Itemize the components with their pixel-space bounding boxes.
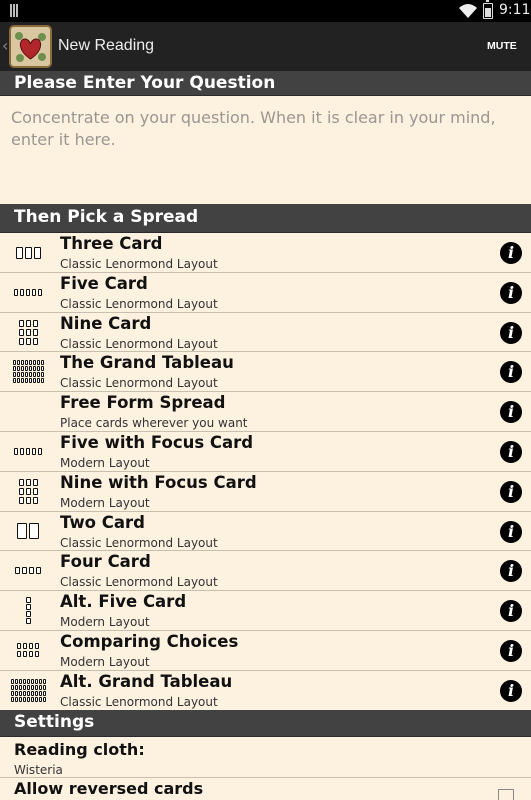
spread-item[interactable]: Alt. Five Card Modern Layout i <box>0 591 531 631</box>
spread-thumbnail-icon <box>10 591 46 630</box>
info-icon[interactable]: i <box>500 242 522 264</box>
settings-section-header: Settings <box>0 710 531 737</box>
wifi-icon <box>459 4 477 18</box>
spread-thumbnail-icon <box>10 631 46 670</box>
spread-subtitle: Classic Lenormond Layout <box>60 296 218 311</box>
spread-item[interactable]: Nine with Focus Card Modern Layout i <box>0 472 531 512</box>
spread-item[interactable]: Free Form Spread Place cards wherever you… <box>0 392 531 432</box>
spread-thumbnail-icon <box>10 352 46 391</box>
spread-subtitle: Classic Lenormond Layout <box>60 535 218 550</box>
spread-subtitle: Modern Layout <box>60 615 150 630</box>
spread-subtitle: Classic Lenormond Layout <box>60 694 218 709</box>
info-icon[interactable]: i <box>500 361 522 384</box>
spread-subtitle: Classic Lenormond Layout <box>60 336 218 351</box>
app-heart-icon[interactable] <box>9 25 52 68</box>
spread-name: Alt. Grand Tableau <box>60 671 233 691</box>
info-icon[interactable]: i <box>500 560 522 583</box>
info-icon[interactable]: i <box>500 600 522 623</box>
mute-button[interactable]: MUTE <box>487 40 517 52</box>
screen-title: New Reading <box>58 37 155 54</box>
spread-subtitle: Modern Layout <box>60 455 150 470</box>
allow-reversed-label: Allow reversed cards <box>14 779 204 798</box>
question-section-header: Please Enter Your Question <box>0 71 531 96</box>
spread-name: The Grand Tableau <box>60 353 234 373</box>
action-bar: ‹ New Reading MUTE <box>0 22 531 71</box>
spread-thumbnail-icon <box>10 551 46 590</box>
spread-list: Three Card Classic Lenormond Layout i Five … <box>0 233 531 711</box>
allow-reversed-setting[interactable]: Allow reversed cards <box>0 778 531 800</box>
back-chevron-icon[interactable]: ‹ <box>2 36 8 55</box>
clock: 9:11 <box>499 2 531 18</box>
spread-item[interactable]: Three Card Classic Lenormond Layout i <box>0 233 531 273</box>
spread-name: Five Card <box>60 273 148 293</box>
spread-name: Nine Card <box>60 313 152 333</box>
spread-thumbnail-icon <box>10 512 46 551</box>
spread-name: Five with Focus Card <box>60 432 254 452</box>
spread-name: Four Card <box>60 552 151 572</box>
reading-cloth-value: Wisteria <box>14 763 63 777</box>
spread-section-header: Then Pick a Spread <box>0 204 531 233</box>
spread-thumbnail-icon <box>10 233 46 272</box>
battery-icon <box>483 0 493 19</box>
spread-thumbnail-icon <box>10 392 46 431</box>
spread-item[interactable]: The Grand Tableau Classic Lenormond Layou… <box>0 352 531 393</box>
spread-thumbnail-icon <box>10 671 46 710</box>
spread-subtitle: Classic Lenormond Layout <box>60 376 218 391</box>
spread-name: Free Form Spread <box>60 393 226 413</box>
info-icon[interactable]: i <box>500 639 522 662</box>
spread-item[interactable]: Five with Focus Card Modern Layout i <box>0 432 531 472</box>
spread-thumbnail-icon <box>10 472 46 511</box>
spread-name: Comparing Choices <box>60 631 239 651</box>
spread-name: Three Card <box>60 234 163 253</box>
spread-name: Alt. Five Card <box>60 592 187 612</box>
spread-thumbnail-icon <box>10 432 46 471</box>
info-icon[interactable]: i <box>500 480 522 503</box>
spread-name: Two Card <box>60 512 145 532</box>
info-icon[interactable]: i <box>500 440 522 463</box>
spread-thumbnail-icon <box>10 273 46 312</box>
spread-item[interactable]: Five Card Classic Lenormond Layout i <box>0 273 531 313</box>
reading-cloth-label: Reading cloth: <box>14 740 145 759</box>
spread-item[interactable]: Four Card Classic Lenormond Layout i <box>0 551 531 592</box>
spread-item[interactable]: Alt. Grand Tableau Classic Lenormond Layo… <box>0 671 531 711</box>
spread-subtitle: Place cards wherever you want <box>60 416 248 431</box>
spread-subtitle: Classic Lenormond Layout <box>60 257 218 271</box>
spread-item[interactable]: Two Card Classic Lenormond Layout i <box>0 512 531 552</box>
spread-thumbnail-icon <box>10 313 46 352</box>
notification-icon <box>10 4 21 17</box>
info-icon[interactable]: i <box>500 679 522 702</box>
question-input[interactable] <box>0 96 531 204</box>
spread-subtitle: Modern Layout <box>60 654 150 669</box>
spread-item[interactable]: Comparing Choices Modern Layout i <box>0 631 531 671</box>
info-icon[interactable]: i <box>500 321 522 344</box>
info-icon[interactable]: i <box>500 401 522 424</box>
reading-cloth-setting[interactable]: Reading cloth: Wisteria <box>0 737 531 778</box>
info-icon[interactable]: i <box>500 520 522 543</box>
spread-subtitle: Modern Layout <box>60 495 150 510</box>
allow-reversed-checkbox[interactable] <box>498 789 514 800</box>
spread-name: Nine with Focus Card <box>60 472 257 492</box>
info-icon[interactable]: i <box>500 281 522 304</box>
spread-item[interactable]: Nine Card Classic Lenormond Layout i <box>0 313 531 353</box>
status-bar: 9:11 <box>0 0 531 22</box>
spread-subtitle: Classic Lenormond Layout <box>60 575 218 590</box>
